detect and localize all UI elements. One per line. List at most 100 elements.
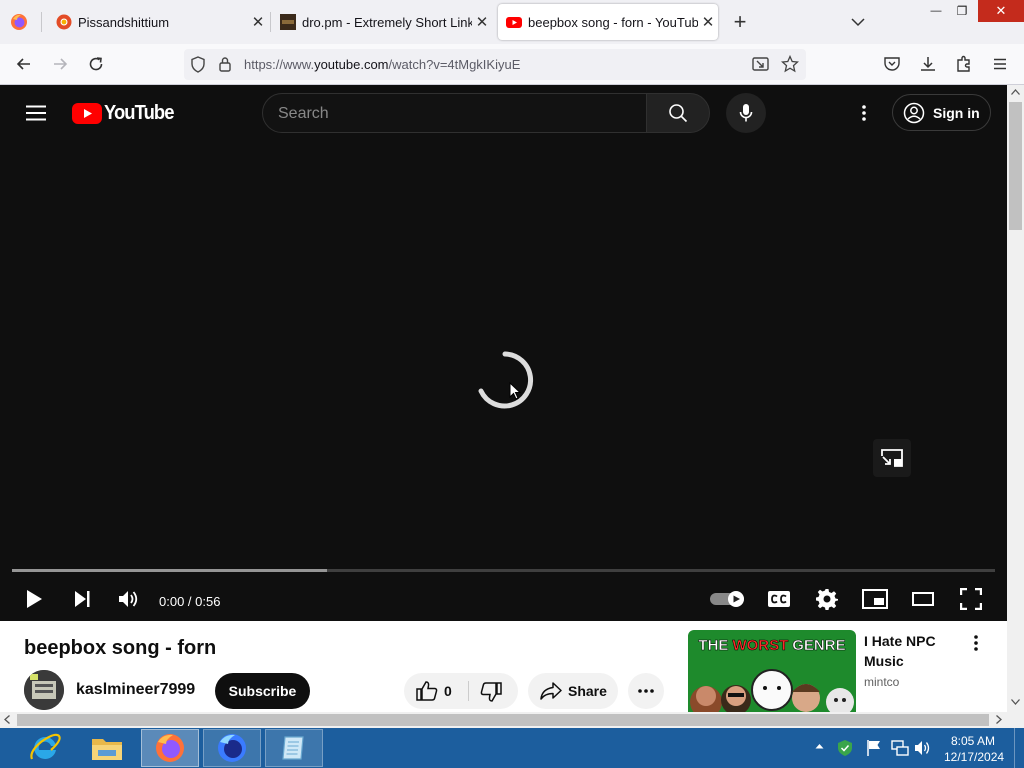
close-window-button[interactable]: ✕ [978,0,1024,22]
extensions-button[interactable] [950,50,978,78]
gear-icon [816,589,838,610]
security-shield-tray-icon[interactable] [836,739,854,757]
play-button[interactable] [20,585,48,613]
windows-taskbar: 8:05 AM 12/17/2024 [0,728,1024,768]
channel-name[interactable]: kaslmineer7999 [76,681,195,699]
guide-menu-button[interactable] [20,97,52,129]
subscribe-button[interactable]: Subscribe [215,673,310,709]
youtube-logo[interactable]: YouTube [72,102,180,125]
video-title: beepbox song - forn [24,637,217,659]
more-actions-button[interactable] [628,673,664,709]
picture-in-picture-icon[interactable] [752,56,770,73]
exit-mini-player-button[interactable] [873,439,911,477]
search-input[interactable]: Search [262,93,647,133]
share-button[interactable]: Share [528,673,618,709]
url-bar[interactable]: https://www.youtube.com/watch?v=4tMgkIKi… [184,49,806,80]
subtitles-button[interactable] [764,585,794,613]
show-hidden-icons-icon[interactable] [815,743,824,749]
tab-title: Pissandshittium [78,14,170,30]
download-icon [921,57,935,71]
tracking-protection-shield-icon[interactable] [190,56,206,73]
file-explorer-taskbar-icon[interactable] [78,729,136,767]
recommended-more-button[interactable] [964,631,988,655]
thumbnail-faces-icon [690,669,854,712]
tab-pissandshittium[interactable]: Pissandshittium ✕ [48,4,268,40]
video-player[interactable]: 0:00 / 0:56 [0,141,1007,621]
internet-explorer-taskbar-icon[interactable] [16,729,74,767]
theater-mode-button[interactable] [908,585,938,613]
dislike-button[interactable] [480,682,502,702]
settings-more-button[interactable] [850,97,878,129]
progress-buffered [12,569,327,572]
search-icon [669,104,688,123]
lock-icon[interactable] [218,56,232,73]
sign-in-label: Sign in [933,104,980,121]
mute-button[interactable] [115,585,143,613]
sign-in-button[interactable]: Sign in [892,94,991,131]
firefox-taskbar-icon[interactable] [141,729,199,767]
reload-button[interactable] [82,50,110,78]
network-tray-icon[interactable] [891,739,909,757]
youtube-logo-text: YouTube [104,102,174,124]
time-display: 0:00 / 0:56 [159,594,221,609]
tab-close-icon[interactable]: ✕ [472,12,492,32]
forward-button[interactable] [46,50,74,78]
fullscreen-button[interactable] [956,585,986,613]
settings-button[interactable] [812,585,842,613]
tab-separator [270,12,271,32]
volume-tray-icon[interactable] [914,739,932,757]
search-button[interactable] [646,93,710,133]
pocket-button[interactable] [878,50,906,78]
app-menu-button[interactable] [986,50,1014,78]
mouse-cursor-icon [509,382,521,400]
back-button[interactable] [10,50,38,78]
horizontal-scrollbar[interactable] [0,712,1007,728]
puzzle-piece-icon [957,55,970,72]
new-tab-button[interactable]: + [728,9,752,35]
action-center-flag-icon[interactable] [866,739,882,757]
like-divider [468,681,469,701]
youtube-page: YouTube Search Sign in 0:00 / 0:56 beepb… [0,85,1007,712]
thumbnail-text-3: GENRE [792,636,846,654]
thumbnail-text-2: WORST [732,636,789,654]
autoplay-toggle[interactable] [710,585,746,613]
share-label: Share [568,683,607,699]
scroll-up-arrow-icon[interactable] [1011,89,1020,95]
vertical-scroll-thumb[interactable] [1009,102,1022,230]
recommended-video-thumbnail[interactable]: THE WORST GENRE [688,630,856,712]
notepad-taskbar-icon[interactable] [265,729,323,767]
tab-title: dro.pm - Extremely Short Links [302,14,472,30]
firefox-menu-icon[interactable] [10,13,28,31]
pocket-icon [884,57,900,71]
account-circle-icon [903,102,925,123]
list-all-tabs-icon[interactable] [848,12,868,32]
next-button[interactable] [68,585,96,613]
tab-separator [41,12,42,32]
browser-navigation-bar: https://www.youtube.com/watch?v=4tMgkIKi… [0,44,1024,85]
restore-button[interactable]: ❐ [948,0,976,22]
show-desktop-button[interactable] [1014,728,1024,768]
scroll-down-arrow-icon[interactable] [1011,699,1020,705]
horizontal-scroll-thumb[interactable] [17,714,989,726]
bookmark-star-icon[interactable] [781,55,799,73]
url-domain: youtube.com [314,57,389,72]
downloads-button[interactable] [914,50,942,78]
like-dislike-group: 0 [404,673,518,709]
voice-search-button[interactable] [726,93,766,133]
scroll-left-arrow-icon[interactable] [4,715,10,724]
vertical-scrollbar[interactable] [1007,85,1024,712]
tab-youtube[interactable]: beepbox song - forn - YouTube ✕ [498,4,718,40]
firefox-nightly-taskbar-icon[interactable] [203,729,261,767]
recommended-video-title[interactable]: I Hate NPC Music [864,631,964,671]
tab-close-icon[interactable]: ✕ [248,12,268,32]
tab-close-icon[interactable]: ✕ [698,12,718,32]
miniplayer-button[interactable] [860,585,890,613]
progress-bar[interactable] [12,569,995,572]
like-button[interactable] [416,681,438,701]
taskbar-clock[interactable]: 8:05 AM 12/17/2024 [944,733,1004,765]
scroll-right-arrow-icon[interactable] [996,715,1002,724]
recommended-channel-name[interactable]: mintco [864,675,899,689]
microphone-icon [739,104,753,122]
channel-avatar[interactable] [24,670,64,710]
tab-dro-pm[interactable]: dro.pm - Extremely Short Links ✕ [274,4,492,40]
